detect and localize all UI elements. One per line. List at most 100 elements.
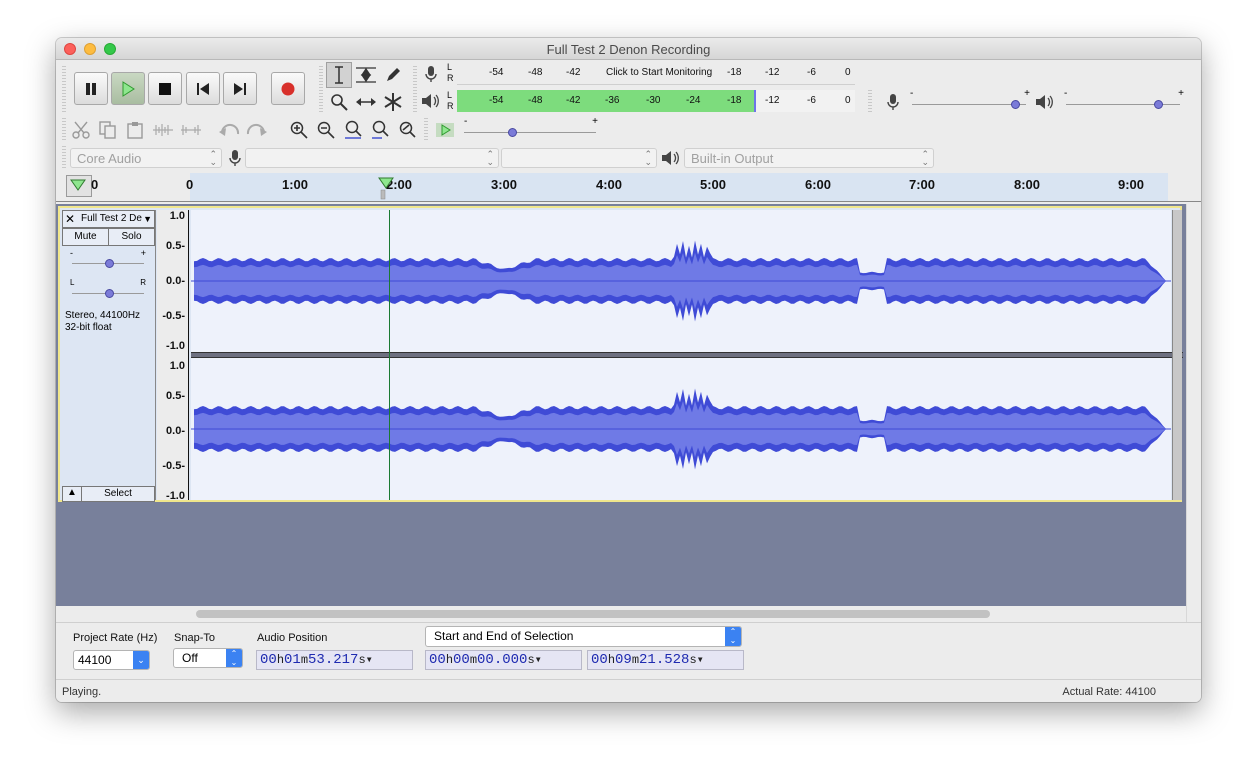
multi-tool[interactable] <box>380 89 406 115</box>
zoom-toggle-button[interactable] <box>394 118 420 142</box>
mute-button[interactable]: Mute <box>62 228 109 246</box>
audio-track[interactable]: ✕ Full Test 2 De ▼ Mute Solo - + L R Ste… <box>58 206 1183 502</box>
chevron-down-icon[interactable]: ⌄ <box>133 651 149 669</box>
skip-to-start-button[interactable] <box>186 72 220 105</box>
time-minutes: 01 <box>284 652 301 668</box>
waveform-left-channel[interactable] <box>191 210 1171 352</box>
pause-icon <box>86 82 96 95</box>
fit-selection-button[interactable] <box>340 118 366 142</box>
recording-volume-slider[interactable]: - + <box>910 88 1030 112</box>
play-at-speed-toolbar: - + <box>424 116 609 144</box>
toolbar-grip[interactable] <box>413 66 417 112</box>
record-button[interactable] <box>271 72 305 105</box>
waveform-right-channel[interactable] <box>191 358 1171 500</box>
channel-right-label: R <box>447 73 454 83</box>
selection-mode-select[interactable]: Start and End of Selection ⌃ ⌄ <box>425 626 742 647</box>
ruler-label: 0 <box>91 177 99 192</box>
horizontal-scrollbar[interactable] <box>56 606 1186 622</box>
recording-channels-select[interactable]: ⌃ ⌄ <box>501 148 657 168</box>
time-seconds: 00.000 <box>477 652 528 668</box>
draw-tool[interactable] <box>380 62 406 88</box>
play-at-speed-button[interactable] <box>432 118 458 142</box>
selection-tool[interactable] <box>326 62 352 88</box>
time-shift-tool[interactable] <box>353 89 379 115</box>
menu-arrow-icon[interactable]: ▾ <box>697 653 704 667</box>
snap-to-select[interactable]: Off ⌃ ⌄ <box>173 648 243 668</box>
trim-icon <box>153 124 173 136</box>
slider-thumb[interactable] <box>1153 100 1163 109</box>
toolbar-grip[interactable] <box>319 66 323 112</box>
fit-project-icon <box>372 120 389 139</box>
skip-to-start-icon <box>197 82 209 95</box>
timeline-ruler[interactable]: 0 0 1:00 2:00 3:00 4:00 5:00 6:00 7:00 8… <box>56 173 1201 202</box>
selection-end-time[interactable]: 00h09m21.528s▾ <box>587 650 744 670</box>
title-bar: Full Test 2 Denon Recording <box>56 38 1201 60</box>
toolbar-grip[interactable] <box>424 118 428 142</box>
envelope-tool[interactable] <box>353 62 379 88</box>
menu-arrow-icon[interactable]: ▾ <box>535 653 542 667</box>
slider-thumb[interactable] <box>105 259 114 268</box>
silence-icon <box>181 125 201 135</box>
skip-to-end-button[interactable] <box>223 72 257 105</box>
track-title-bar[interactable]: ✕ Full Test 2 De ▼ <box>62 210 155 228</box>
gain-slider[interactable]: - + <box>70 248 150 270</box>
meter-tick: -24 <box>686 95 701 106</box>
paste-button[interactable] <box>122 118 148 142</box>
trim-audio-button[interactable] <box>150 118 176 142</box>
double-arrow-icon <box>356 98 376 106</box>
redo-button[interactable] <box>244 118 270 142</box>
zoom-out-icon <box>317 121 335 139</box>
zoom-out-button[interactable] <box>313 118 339 142</box>
slider-thumb[interactable] <box>1010 100 1020 109</box>
status-bar: Playing. Actual Rate: 44100 <box>56 679 1201 702</box>
pause-button[interactable] <box>74 72 108 105</box>
click-to-start-monitoring[interactable]: Click to Start Monitoring <box>603 67 716 78</box>
undo-button[interactable] <box>216 118 242 142</box>
cut-button[interactable] <box>68 118 94 142</box>
silence-audio-button[interactable] <box>178 118 204 142</box>
playback-speed-slider[interactable]: - + <box>462 116 602 140</box>
vertical-scrollbar[interactable] <box>1186 204 1201 622</box>
copy-button[interactable] <box>95 118 121 142</box>
app-window: Full Test 2 Denon Recording L R -54 -48 … <box>56 38 1201 702</box>
pencil-icon <box>387 68 400 81</box>
playback-meter-button[interactable] <box>418 89 444 113</box>
close-track-icon[interactable]: ✕ <box>65 212 75 226</box>
recording-device-select[interactable]: ⌃ ⌄ <box>245 148 499 168</box>
playback-volume-slider[interactable]: - + <box>1064 88 1184 112</box>
playback-position-line <box>389 210 390 500</box>
toolbar-grip[interactable] <box>62 66 66 112</box>
selection-start-time[interactable]: 00h00m00.000s▾ <box>425 650 582 670</box>
horizontal-scroll-thumb[interactable] <box>196 610 990 618</box>
scissors-icon <box>72 121 90 139</box>
ruler-label: 8:00 <box>1014 177 1041 192</box>
playback-device-select[interactable]: Built-in Output ⌃ ⌄ <box>684 148 934 168</box>
zoom-tool[interactable] <box>326 89 352 115</box>
menu-arrow-icon[interactable]: ▾ <box>366 653 373 667</box>
toolbar-grip[interactable] <box>62 146 66 170</box>
pin-head-button[interactable] <box>66 175 92 197</box>
audio-position-time[interactable]: 00h01m53.217s▾ <box>256 650 413 670</box>
recording-volume-icon-button <box>880 90 906 114</box>
speaker-icon <box>422 94 439 108</box>
zoom-toggle-icon <box>399 121 416 138</box>
fit-project-button[interactable] <box>367 118 393 142</box>
collapse-track-button[interactable]: ▲ <box>62 486 82 502</box>
track-name-menu[interactable]: Full Test 2 De <box>81 213 142 224</box>
stop-button[interactable] <box>148 72 182 105</box>
speaker-icon <box>1036 95 1053 109</box>
slider-thumb[interactable] <box>105 289 114 298</box>
pan-slider[interactable]: L R <box>70 278 150 300</box>
record-meter-button[interactable] <box>418 62 444 86</box>
actual-rate-text: Actual Rate: 44100 <box>1062 686 1156 698</box>
audio-host-select[interactable]: Core Audio ⌃ ⌄ <box>70 148 222 168</box>
device-toolbar: Core Audio ⌃ ⌄ ⌃ ⌄ ⌃ ⌄ Built-in Output ⌃ ⌄ <box>62 146 942 172</box>
select-track-button[interactable]: Select <box>81 486 155 502</box>
slider-thumb[interactable] <box>507 128 517 137</box>
solo-button[interactable]: Solo <box>108 228 155 246</box>
project-rate-combo[interactable]: 44100 ⌄ <box>73 650 150 670</box>
zoom-in-button[interactable] <box>286 118 312 142</box>
toolbar-grip[interactable] <box>62 118 66 142</box>
toolbar-grip[interactable] <box>868 90 872 114</box>
play-button[interactable] <box>111 72 145 105</box>
